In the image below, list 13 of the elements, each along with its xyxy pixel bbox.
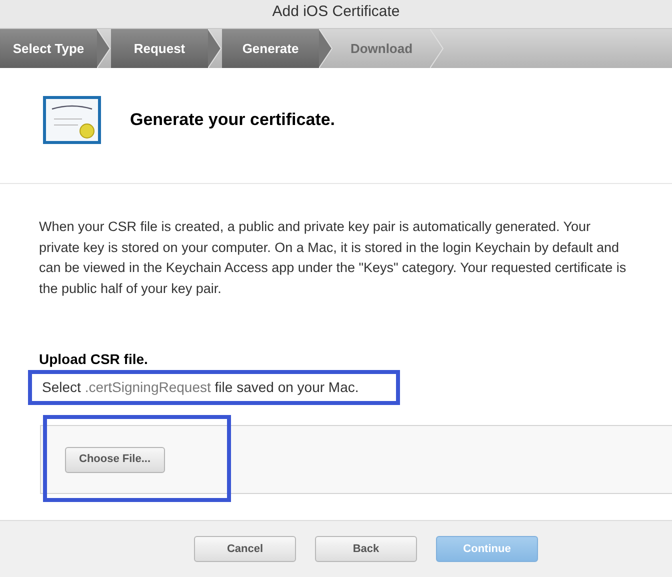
step-tab[interactable]: Generate — [222, 29, 319, 68]
step-tab[interactable]: Select Type — [0, 29, 97, 68]
instruction-text: Select .certSigningRequest file saved on your Mac. — [42, 378, 359, 397]
choose-file-button[interactable]: Choose File... — [65, 446, 165, 472]
certificate-icon — [42, 95, 102, 145]
step-tab[interactable]: Request — [111, 29, 208, 68]
step-tab[interactable]: Download — [333, 29, 430, 68]
upload-title: Upload CSR file. — [39, 350, 149, 368]
window-title: Add iOS Certificate — [272, 4, 400, 19]
footer-button[interactable]: Cancel — [194, 536, 296, 562]
page-heading: Generate your certificate. — [130, 109, 336, 132]
description-text: When your CSR file is created, a public and private key pair is automatically generated. Your private key is stored on your computer. On a Mac, it is stored in the login Keychain by default and can be viewed in the Keychain Access app under the "Keys" category. Your requested certificate is the public half of your key pair. — [39, 218, 628, 298]
footer-button[interactable]: Back — [315, 536, 417, 562]
